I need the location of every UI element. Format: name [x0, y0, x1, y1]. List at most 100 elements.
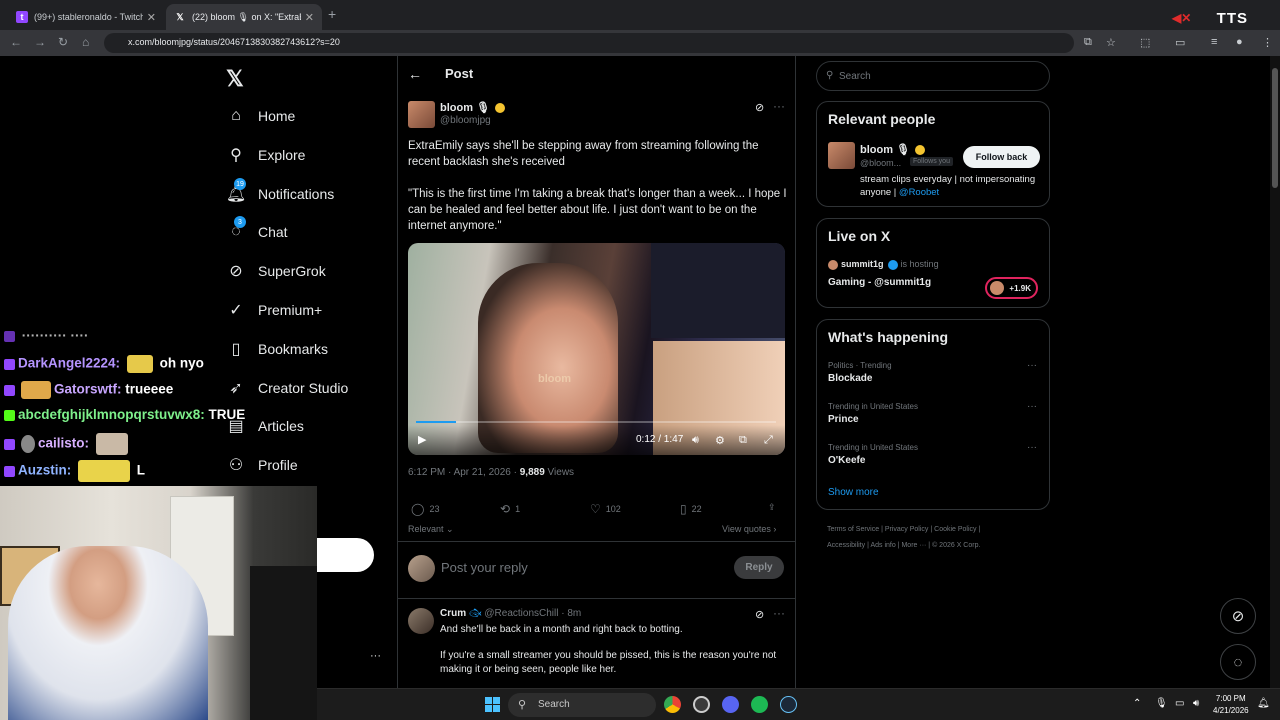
- x-logo-icon[interactable]: 𝕏: [226, 66, 244, 92]
- person-handle: @bloom...: [860, 158, 902, 168]
- search-input[interactable]: ⚲ Search: [816, 61, 1050, 91]
- pip-icon[interactable]: ⧉: [739, 434, 747, 447]
- profile-avatar-icon[interactable]: ●: [1236, 36, 1243, 48]
- search-placeholder: Search: [839, 70, 871, 82]
- grok-explain-icon[interactable]: ⊘: [755, 608, 764, 621]
- trend-name[interactable]: Prince: [828, 414, 859, 425]
- reload-icon[interactable]: ↻: [58, 35, 68, 49]
- more-options-icon[interactable]: ···: [773, 606, 785, 620]
- star-icon[interactable]: ☆: [1106, 36, 1116, 49]
- notification-bell-icon[interactable]: 🔔︎: [1257, 698, 1270, 709]
- nav-notifications[interactable]: 🔔︎ 19 Notifications: [226, 178, 335, 209]
- windows-start-icon[interactable]: [485, 697, 500, 712]
- footer-accessibility[interactable]: Accessibility: [827, 542, 865, 549]
- sort-relevant-dropdown[interactable]: Relevant ⌄: [408, 524, 454, 535]
- views-count: 9,889: [519, 467, 545, 478]
- install-icon[interactable]: ⧉: [1084, 36, 1092, 49]
- home-browser-icon[interactable]: ⌂: [82, 35, 89, 49]
- tab-x-post[interactable]: 𝕏 (22) bloom 🎙 on X: "ExtraEmily ✕: [166, 4, 322, 30]
- scrollbar-thumb[interactable]: [1272, 68, 1278, 188]
- like-stat[interactable]: ♡ 102: [590, 502, 621, 516]
- nav-explore[interactable]: ⚲ Explore: [226, 140, 305, 170]
- video-progress-bar[interactable]: [416, 421, 776, 423]
- settings-gear-icon[interactable]: ⚙: [715, 434, 725, 447]
- view-quotes-link[interactable]: View quotes ›: [722, 524, 776, 534]
- trend-more-icon[interactable]: ···: [1027, 401, 1037, 412]
- new-tab-button[interactable]: +: [328, 6, 336, 22]
- trend-category: Trending in United States: [828, 402, 918, 411]
- premium-icon: ✓: [229, 302, 243, 319]
- live-host[interactable]: summit1g is hosting: [828, 259, 939, 270]
- reply-stat[interactable]: ◯ 23: [411, 502, 439, 516]
- person-avatar[interactable]: [828, 142, 855, 169]
- hosting-label: is hosting: [900, 259, 939, 269]
- show-more-link[interactable]: Show more: [828, 487, 879, 498]
- trend-name[interactable]: Blockade: [828, 373, 872, 384]
- follow-back-button[interactable]: Follow back: [963, 146, 1040, 168]
- grok-explain-icon[interactable]: ⊘: [755, 101, 764, 114]
- spotify-icon[interactable]: [751, 696, 768, 713]
- footer-terms[interactable]: Terms of Service: [827, 526, 879, 533]
- post-timestamp[interactable]: 6:12 PM · Apr 21, 2026 ·: [408, 467, 520, 478]
- volume-icon[interactable]: 🔊︎: [692, 434, 699, 447]
- close-tab-icon[interactable]: ✕: [305, 11, 314, 24]
- speaker-icon[interactable]: 🔊︎: [1193, 698, 1199, 709]
- person-name[interactable]: bloom 🎙: [860, 143, 926, 156]
- repost-stat[interactable]: ⟲ 1: [500, 502, 520, 516]
- reply-button[interactable]: Reply: [734, 556, 784, 579]
- footer-cookie[interactable]: Cookie Policy: [934, 526, 976, 533]
- share-icon[interactable]: ⇪: [768, 502, 776, 513]
- bookmark-stat[interactable]: ▯ 22: [680, 502, 702, 516]
- media-icon[interactable]: ≡: [1211, 36, 1217, 48]
- verified-badge-icon: [888, 259, 899, 270]
- reply-input[interactable]: Post your reply: [441, 560, 528, 575]
- trend-more-icon[interactable]: ···: [1027, 442, 1037, 453]
- fullscreen-icon[interactable]: ⤢: [764, 434, 773, 447]
- discord-icon[interactable]: [722, 696, 739, 713]
- trend-name[interactable]: O'Keefe: [828, 455, 865, 466]
- nav-supergrok[interactable]: ⊘ SuperGrok: [226, 256, 325, 286]
- author-handle[interactable]: @bloomjpg: [440, 115, 491, 126]
- chrome-icon[interactable]: [664, 696, 681, 713]
- tray-chevron-icon[interactable]: ⌃: [1133, 698, 1141, 709]
- more-options-icon[interactable]: ···: [773, 99, 785, 113]
- messages-fab-icon[interactable]: ◌: [1220, 644, 1256, 680]
- microphone-icon[interactable]: 🎙︎: [1155, 698, 1168, 709]
- back-icon[interactable]: ←: [10, 35, 22, 49]
- trend-category: Trending in United States: [828, 443, 918, 452]
- bio-link[interactable]: @Roobet: [899, 187, 939, 198]
- footer-ads[interactable]: Ads info: [870, 542, 895, 549]
- taskbar-clock[interactable]: 7:00 PM 4/21/2026: [1213, 693, 1249, 717]
- menu-icon[interactable]: ⋮: [1262, 36, 1273, 49]
- comment-author[interactable]: Crum 🐟︎ @ReactionsChill · 8m: [440, 608, 581, 619]
- back-arrow-icon[interactable]: ←: [408, 66, 422, 82]
- footer-privacy[interactable]: Privacy Policy: [885, 526, 929, 533]
- post-video[interactable]: bloom ▶ 0:12 / 1:47 🔊︎ ⚙ ⧉ ⤢: [408, 243, 785, 455]
- url-field[interactable]: x.com/bloomjpg/status/204671383038274361…: [104, 33, 1074, 53]
- play-icon[interactable]: ▶: [418, 433, 426, 446]
- taskbar-search[interactable]: ⚲ Search: [508, 693, 656, 717]
- nav-home[interactable]: ⌂ Home: [226, 101, 295, 131]
- author-avatar[interactable]: [408, 101, 435, 128]
- extensions-icon[interactable]: ⬚: [1140, 36, 1150, 49]
- sort-label: Relevant: [408, 524, 444, 534]
- tab-twitch[interactable]: t (99+) stableronaldo - Twitch ✕: [8, 4, 164, 30]
- author-name[interactable]: bloom 🎙: [440, 101, 506, 114]
- footer-more[interactable]: More ···: [901, 542, 926, 549]
- more-icon[interactable]: ···: [370, 650, 381, 662]
- sidebar-icon[interactable]: ▭: [1175, 36, 1185, 49]
- chat-badge-icon: [4, 384, 15, 396]
- steam-icon[interactable]: [780, 696, 797, 713]
- grok-fab-icon[interactable]: ⊘: [1220, 598, 1256, 634]
- nav-label: Notifications: [258, 186, 335, 202]
- comment-avatar[interactable]: [408, 608, 434, 634]
- nav-premium[interactable]: ✓ Premium+: [226, 295, 322, 325]
- live-stream-title[interactable]: Gaming - @summit1g: [828, 277, 931, 288]
- forward-icon[interactable]: →: [34, 35, 46, 49]
- trend-more-icon[interactable]: ···: [1027, 360, 1037, 371]
- network-icon[interactable]: ▭: [1175, 698, 1184, 709]
- obs-icon[interactable]: [693, 696, 710, 713]
- close-tab-icon[interactable]: ✕: [147, 11, 156, 24]
- nav-chat[interactable]: ◌ 3 Chat: [226, 216, 288, 247]
- live-listener-count[interactable]: +1.9K: [985, 277, 1038, 299]
